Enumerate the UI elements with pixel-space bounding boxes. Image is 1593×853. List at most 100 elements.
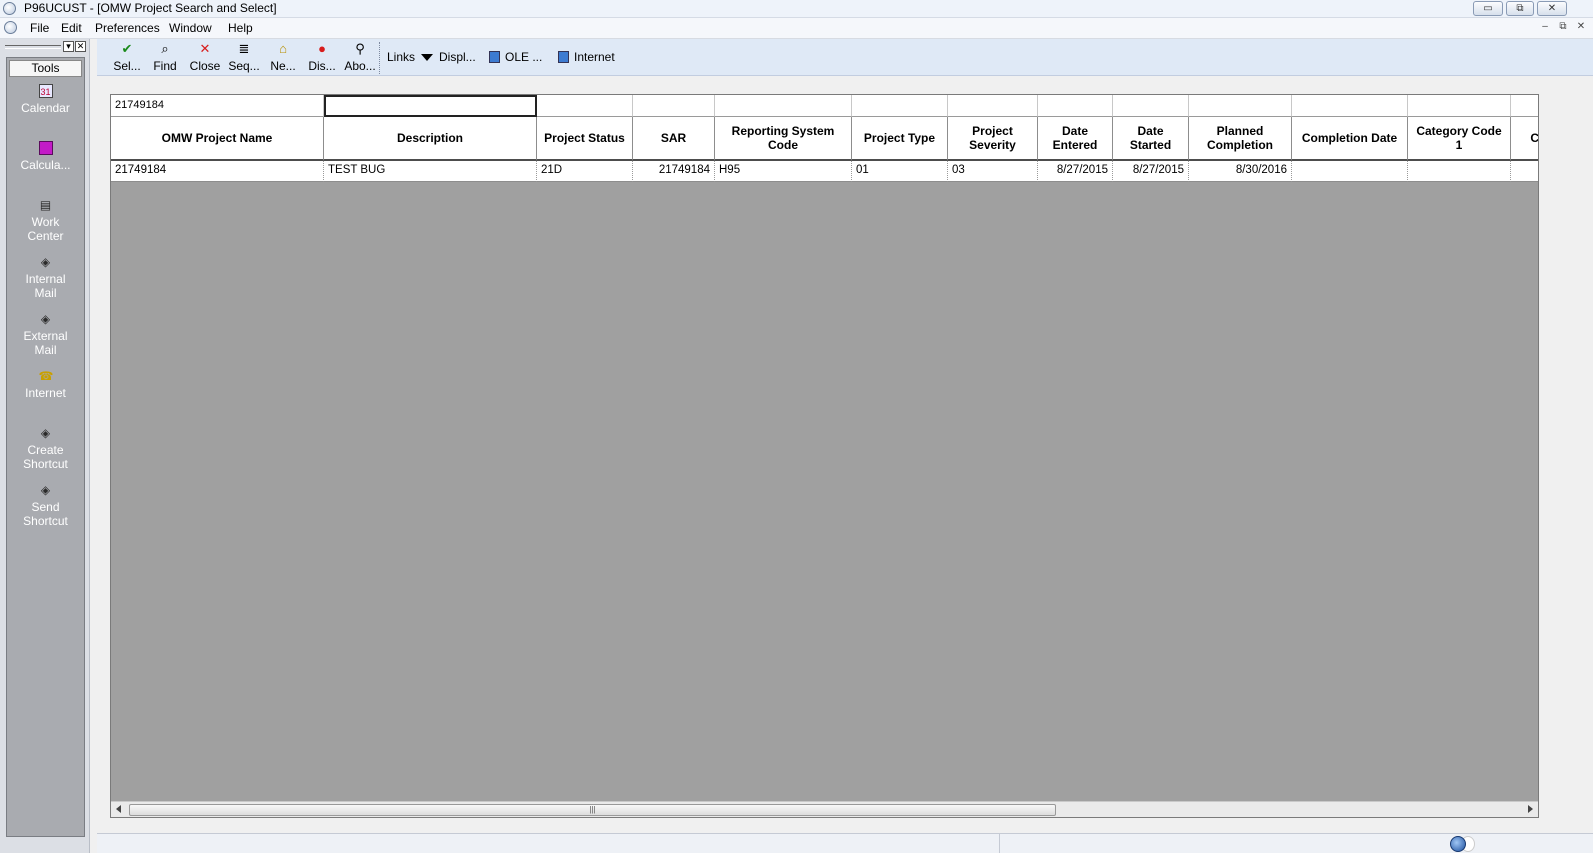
tool-internal-mail[interactable]: ◈ Internal Mail — [7, 255, 84, 300]
tool-external-mail[interactable]: ◈ External Mail — [7, 312, 84, 357]
cell-project-severity[interactable]: 03 — [948, 161, 1038, 182]
cell-description[interactable]: TEST BUG — [324, 161, 537, 182]
col-description[interactable]: Description — [324, 117, 537, 161]
tool-send-shortcut-label: Send Shortcut — [23, 500, 68, 528]
scroll-left-arrow-icon[interactable] — [116, 805, 121, 813]
links-menu[interactable]: Links — [387, 50, 434, 64]
internet-icon: ☎ — [38, 369, 54, 383]
new-button[interactable]: ⌂ Ne... — [263, 41, 303, 74]
checkmark-icon: ✔ — [121, 41, 133, 56]
col-category-code-1[interactable]: Category Code 1 — [1408, 117, 1511, 161]
pane-dropdown-icon[interactable]: ▾ — [63, 41, 74, 52]
col-omw-project-name[interactable]: OMW Project Name — [111, 117, 324, 161]
create-shortcut-icon: ◈ — [40, 426, 51, 440]
about-button[interactable]: ⚲ Abo... — [340, 41, 380, 74]
col-project-type[interactable]: Project Type — [852, 117, 948, 161]
find-button[interactable]: ⌕ Find — [145, 42, 185, 74]
menu-help[interactable]: Help — [228, 21, 253, 35]
mdi-close-button[interactable]: ✕ — [1573, 21, 1589, 35]
send-shortcut-icon: ◈ — [40, 483, 51, 497]
tool-calendar[interactable]: 31 Calendar — [7, 84, 84, 115]
internal-mail-icon: ◈ — [40, 255, 51, 269]
tool-internet[interactable]: ☎ Internet — [7, 369, 84, 400]
cell-project-status[interactable]: 21D — [537, 161, 633, 182]
qbe-planned-completion[interactable] — [1189, 95, 1292, 117]
pane-close-icon[interactable]: ✕ — [75, 41, 86, 52]
calendar-icon: 31 — [38, 84, 53, 98]
select-button[interactable]: ✔ Sel... — [107, 41, 147, 74]
menu-edit[interactable]: Edit — [61, 21, 82, 35]
col-completion-date[interactable]: Completion Date — [1292, 117, 1408, 161]
external-mail-icon: ◈ — [40, 312, 51, 326]
qbe-project-type[interactable] — [852, 95, 948, 117]
results-grid: 21749184 OMW Project Name Description Pr… — [110, 94, 1539, 818]
display-button-label: Dis... — [308, 59, 336, 73]
qbe-project-severity[interactable] — [948, 95, 1038, 117]
col-next-column[interactable]: C — [1511, 117, 1538, 161]
display-button[interactable]: ● Dis... — [302, 42, 342, 74]
new-icon: ⌂ — [279, 41, 287, 56]
horizontal-scrollbar[interactable]: ||| — [111, 801, 1538, 817]
qbe-date-entered[interactable] — [1038, 95, 1113, 117]
mdi-minimize-button[interactable]: – — [1537, 21, 1553, 35]
qbe-next-column[interactable] — [1511, 95, 1538, 117]
cell-next-column[interactable] — [1511, 161, 1538, 182]
title-bar: P96UCUST - [OMW Project Search and Selec… — [0, 0, 1593, 18]
qbe-completion-date[interactable] — [1292, 95, 1408, 117]
col-project-severity[interactable]: Project Severity — [948, 117, 1038, 161]
toolbar-separator — [379, 42, 382, 74]
qbe-reporting-system-code[interactable] — [715, 95, 852, 117]
sequence-icon: ≣ — [238, 41, 250, 56]
tools-pane: ▾ ✕ Tools 31 Calendar Calcula... ▤ Work … — [0, 39, 90, 853]
display-menu[interactable]: Displ... — [439, 50, 476, 64]
tool-calculator[interactable]: Calcula... — [7, 141, 84, 172]
close-x-icon: ✕ — [199, 41, 211, 56]
menu-file[interactable]: File — [30, 21, 49, 35]
col-sar[interactable]: SAR — [633, 117, 715, 161]
tools-pane-header: ▾ ✕ — [5, 41, 87, 53]
col-reporting-system-code[interactable]: Reporting System Code — [715, 117, 852, 161]
qbe-project-status[interactable] — [537, 95, 633, 117]
tool-work-center[interactable]: ▤ Work Center — [7, 198, 84, 243]
qbe-row: 21749184 — [111, 95, 1538, 117]
sequence-button[interactable]: ≣ Seq... — [224, 41, 264, 74]
qbe-omw-project-name[interactable]: 21749184 — [111, 95, 324, 117]
col-project-status[interactable]: Project Status — [537, 117, 633, 161]
table-row[interactable]: 21749184 TEST BUG 21D 21749184 H95 01 03… — [111, 161, 1538, 182]
qbe-category-code-1[interactable] — [1408, 95, 1511, 117]
cell-omw-project-name[interactable]: 21749184 — [111, 161, 324, 182]
qbe-sar[interactable] — [633, 95, 715, 117]
qbe-date-started[interactable] — [1113, 95, 1189, 117]
system-menu-icon[interactable] — [4, 21, 17, 34]
scrollbar-thumb[interactable]: ||| — [129, 804, 1056, 816]
cell-category-code-1[interactable] — [1408, 161, 1511, 182]
menu-window[interactable]: Window — [169, 21, 212, 35]
mdi-restore-button[interactable]: ⧉ — [1555, 21, 1571, 35]
col-date-started[interactable]: Date Started — [1113, 117, 1189, 161]
tool-create-shortcut[interactable]: ◈ Create Shortcut — [7, 426, 84, 471]
cell-reporting-system-code[interactable]: H95 — [715, 161, 852, 182]
ole-menu[interactable]: OLE ... — [489, 50, 542, 64]
minimize-button[interactable]: ▭ — [1473, 1, 1503, 16]
cell-completion-date[interactable] — [1292, 161, 1408, 182]
about-icon: ⚲ — [355, 41, 365, 56]
close-button-label: Close — [189, 59, 221, 73]
qbe-description[interactable] — [324, 95, 537, 117]
internet-link[interactable]: Internet — [558, 50, 615, 64]
cell-planned-completion[interactable]: 8/30/2016 — [1189, 161, 1292, 182]
cell-project-type[interactable]: 01 — [852, 161, 948, 182]
tools-header[interactable]: Tools — [9, 60, 82, 77]
cell-date-entered[interactable]: 8/27/2015 — [1038, 161, 1113, 182]
scroll-right-arrow-icon[interactable] — [1528, 805, 1533, 813]
menu-preferences[interactable]: Preferences — [95, 21, 160, 35]
close-window-button[interactable]: ✕ — [1537, 1, 1567, 16]
col-planned-completion[interactable]: Planned Completion — [1189, 117, 1292, 161]
col-date-entered[interactable]: Date Entered — [1038, 117, 1113, 161]
cell-sar[interactable]: 21749184 — [633, 161, 715, 182]
cell-date-started[interactable]: 8/27/2015 — [1113, 161, 1189, 182]
find-button-label: Find — [153, 59, 177, 73]
restore-button[interactable]: ⧉ — [1506, 1, 1534, 16]
pane-grip[interactable] — [5, 45, 61, 49]
close-button[interactable]: ✕ Close — [185, 41, 225, 74]
tool-send-shortcut[interactable]: ◈ Send Shortcut — [7, 483, 84, 528]
